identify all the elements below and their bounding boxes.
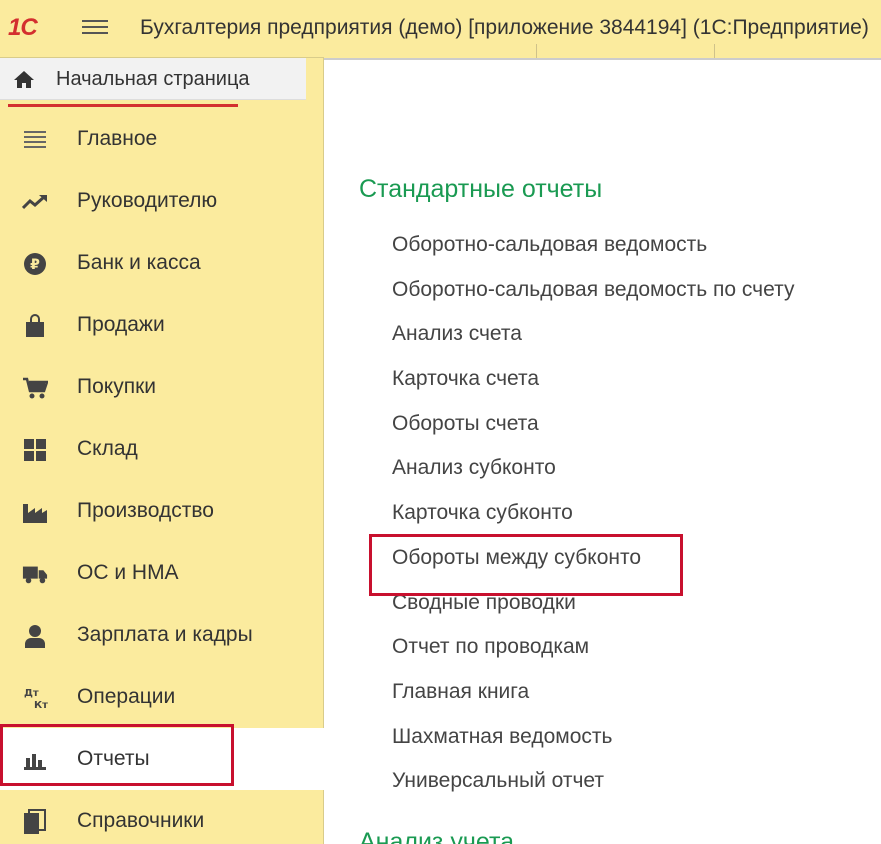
- report-link[interactable]: Универсальный отчет: [392, 769, 604, 793]
- sidebar-item-label: Покупки: [77, 375, 156, 398]
- sidebar-item-warehouse[interactable]: Склад: [0, 418, 324, 480]
- report-link[interactable]: Карточка счета: [392, 367, 539, 391]
- sidebar-item-label: Банк и касса: [77, 251, 201, 274]
- sidebar-item-fixed-assets[interactable]: ОС и НМА: [0, 542, 324, 604]
- sidebar-item-label: Склад: [77, 437, 138, 460]
- sidebar-item-label: Руководителю: [77, 189, 218, 212]
- sidebar-item-sales[interactable]: Продажи: [0, 294, 324, 356]
- books-icon: [22, 809, 48, 835]
- report-link[interactable]: Оборотно-сальдовая ведомость по счету: [392, 278, 794, 302]
- report-link[interactable]: Анализ счета: [392, 322, 522, 346]
- home-page-item[interactable]: Начальная страница: [0, 58, 306, 100]
- ruble-coin-icon: ₽: [22, 251, 48, 277]
- svg-text:₽: ₽: [30, 257, 40, 273]
- home-page-label: Начальная страница: [56, 68, 250, 90]
- report-link[interactable]: Обороты счета: [392, 412, 539, 436]
- sidebar-item-references[interactable]: Справочники: [0, 790, 324, 844]
- sidebar-item-production[interactable]: Производство: [0, 480, 324, 542]
- sidebar-item-label: Производство: [77, 499, 214, 522]
- sidebar-item-bank[interactable]: ₽ Банк и касса: [0, 232, 324, 294]
- sidebar-item-label: Зарплата и кадры: [77, 623, 253, 646]
- section-title-analysis: Анализ учета: [359, 828, 515, 844]
- highlight-box-reports: [0, 724, 234, 786]
- kt-label: Кт: [34, 700, 48, 711]
- warehouse-grid-icon: [22, 437, 48, 463]
- report-link[interactable]: Карточка субконто: [392, 501, 573, 525]
- report-link[interactable]: Главная книга: [392, 680, 529, 704]
- sidebar-item-label: ОС и НМА: [77, 561, 179, 584]
- sidebar-item-salary[interactable]: Зарплата и кадры: [0, 604, 324, 666]
- sidebar-item-label: Главное: [77, 127, 158, 150]
- tab-strip: [324, 44, 881, 58]
- section-title-standard-reports: Стандартные отчеты: [359, 175, 603, 203]
- sidebar-item-label: Операции: [77, 685, 176, 708]
- hamburger-menu-icon[interactable]: [82, 16, 108, 38]
- report-link[interactable]: Анализ субконто: [392, 456, 556, 480]
- person-icon: [22, 623, 48, 649]
- factory-icon: [22, 499, 48, 525]
- dt-kt-icon: Дт Кт: [22, 685, 48, 711]
- cart-icon: [22, 375, 48, 401]
- report-link[interactable]: Отчет по проводкам: [392, 635, 589, 659]
- home-icon: [14, 71, 34, 88]
- sidebar-item-operations[interactable]: Дт Кт Операции: [0, 666, 324, 728]
- menu-lines-icon: [22, 127, 48, 153]
- report-link[interactable]: Шахматная ведомость: [392, 725, 612, 749]
- dt-label: Дт: [24, 688, 39, 699]
- sidebar-item-label: Продажи: [77, 313, 165, 336]
- 1c-logo: 1С: [8, 14, 38, 41]
- sidebar-item-label: Справочники: [77, 809, 205, 832]
- app-title: Бухгалтерия предприятия (демо) [приложен…: [140, 16, 869, 39]
- trend-up-icon: [22, 189, 48, 215]
- sidebar-item-manager[interactable]: Руководителю: [0, 170, 324, 232]
- active-section-underline: [8, 104, 238, 107]
- shopping-bag-icon: [22, 313, 48, 339]
- sidebar-item-main[interactable]: Главное: [0, 108, 324, 170]
- report-link[interactable]: Оборотно-сальдовая ведомость: [392, 233, 707, 257]
- truck-icon: [22, 561, 48, 587]
- sidebar-item-purchases[interactable]: Покупки: [0, 356, 324, 418]
- highlight-box-turnover: [369, 534, 683, 596]
